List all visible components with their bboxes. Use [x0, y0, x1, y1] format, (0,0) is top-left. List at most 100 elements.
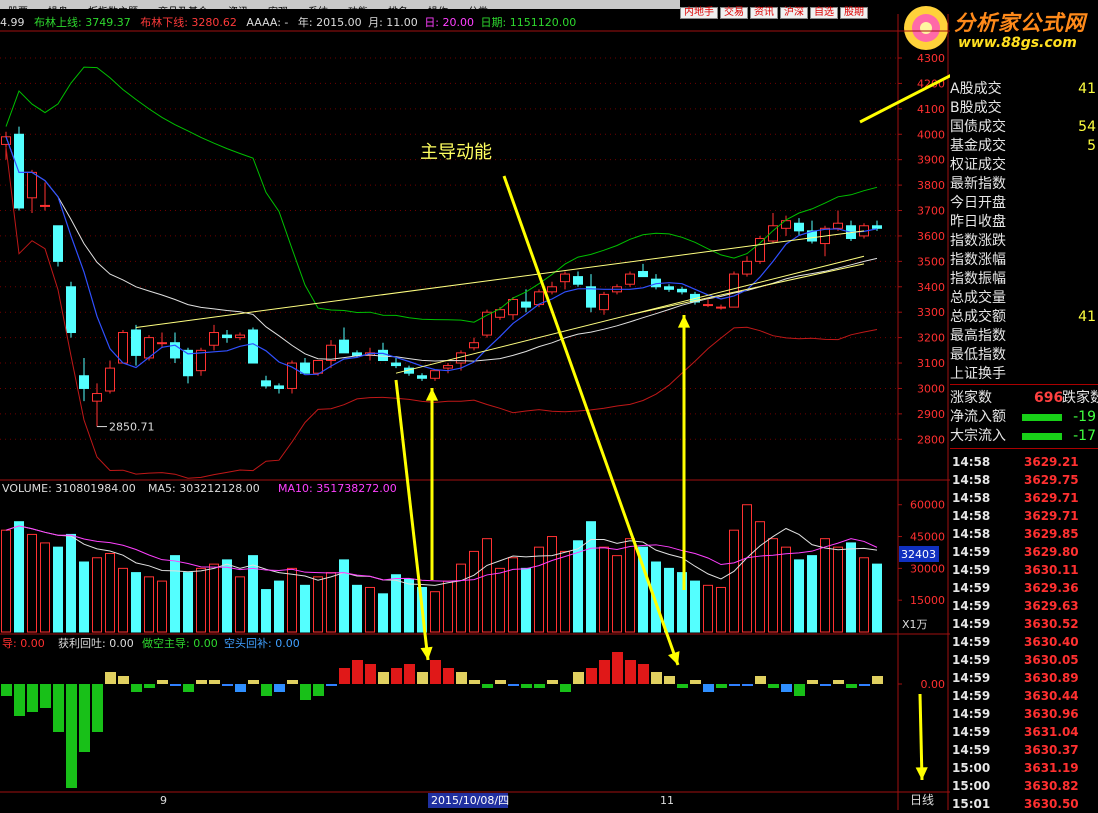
price-tick-label: 3900	[917, 154, 945, 167]
candle-body	[339, 339, 349, 354]
quote-label: 基金成交	[950, 138, 1006, 154]
quote-row: 最低指数	[950, 346, 1098, 365]
tick-price: 3629.63	[1024, 599, 1079, 613]
candle-body	[833, 222, 843, 229]
volume-bar	[118, 567, 128, 633]
volume-tick-label: 45000	[910, 531, 945, 544]
indicator-tick-label: 0.00	[921, 678, 946, 691]
candle-body	[755, 237, 765, 262]
candle-body	[391, 362, 401, 367]
candle-body	[209, 332, 219, 346]
candle-body	[716, 306, 726, 309]
volume-bar	[534, 546, 544, 633]
up-count-label: 涨家数	[950, 390, 992, 406]
candle-body	[547, 286, 557, 293]
indicator-bar	[599, 660, 610, 684]
volume-bar	[768, 538, 778, 633]
tick-time: 14:59	[952, 599, 991, 613]
ind-legend-b: 获利回吐: 0.00	[58, 637, 134, 650]
quote-row: 上证换手	[950, 365, 1098, 384]
volume-bar	[261, 589, 271, 633]
tick-row: 14:58 3629.75	[950, 471, 1098, 489]
candle-body	[326, 344, 336, 361]
volume-bar	[833, 546, 843, 633]
arrow-icon-head	[668, 651, 680, 665]
tick-time: 14:58	[952, 527, 991, 541]
quote-value: 41	[1078, 81, 1096, 97]
quote-row: 权证成交	[950, 156, 1098, 175]
indicator-bar	[859, 684, 870, 686]
tick-price: 3630.82	[1024, 779, 1079, 793]
volume-bar	[547, 536, 557, 633]
indicator-bar	[261, 684, 272, 696]
indicator-bar	[651, 672, 662, 684]
quote-panel: A股成交 41 B股成交 国债成交 54 基金成交 5 权证成交 最新指数 今日开盘 昨日收盘 指数涨…	[950, 80, 1098, 813]
volume-bar	[820, 538, 830, 633]
indicator-bar	[339, 668, 350, 684]
volume-bar	[430, 591, 440, 633]
tick-price: 3629.21	[1024, 455, 1079, 469]
flow-row: 净流入额 -19	[950, 408, 1098, 427]
indicator-bar	[742, 684, 753, 686]
volume-bar	[27, 533, 37, 633]
indicator-bar	[573, 672, 584, 684]
ind-legend-c: 做空主导: 0.00	[142, 636, 218, 650]
tick-time: 14:59	[952, 545, 991, 559]
volume-bar	[456, 563, 466, 633]
volume-bar	[222, 559, 232, 633]
volume-bar	[144, 576, 154, 633]
tick-row: 14:59 3630.44	[950, 687, 1098, 705]
indicator-bar	[274, 684, 285, 692]
candle-body	[677, 288, 687, 293]
arrow-icon	[918, 693, 924, 781]
indicator-bar	[391, 668, 402, 684]
tick-price: 3629.85	[1024, 527, 1079, 541]
volume-bar	[131, 572, 141, 633]
indicator-bar	[820, 684, 831, 686]
tick-price: 3629.71	[1024, 509, 1079, 523]
volume-bar	[703, 584, 713, 633]
price-tick-label: 4300	[917, 52, 945, 65]
tick-time: 14:58	[952, 509, 991, 523]
chart-area[interactable]: 4300420041004000390038003700360035003400…	[0, 0, 950, 810]
indicator-bar	[534, 684, 545, 688]
candle-body	[27, 171, 37, 199]
tick-price: 3630.52	[1024, 617, 1079, 631]
quote-label: 指数涨幅	[950, 252, 1006, 268]
period-label: 日线	[910, 793, 934, 807]
quote-row: 最高指数	[950, 327, 1098, 346]
indicator-bar	[79, 684, 90, 752]
indicator-bar	[118, 676, 129, 684]
quote-row: A股成交 41	[950, 80, 1098, 99]
tick-time: 14:59	[952, 725, 991, 739]
candle-body	[92, 393, 102, 402]
indicator-bar	[586, 668, 597, 684]
indicator-bar	[144, 684, 155, 688]
tick-row: 15:01 3630.50	[950, 795, 1098, 813]
volume-bar	[794, 559, 804, 633]
indicator-bar	[508, 684, 519, 686]
indicator-bar	[66, 684, 77, 788]
tick-row: 14:59 3630.89	[950, 669, 1098, 687]
candle-body	[872, 225, 882, 229]
tick-row: 14:59 3631.04	[950, 723, 1098, 741]
volume-bar	[183, 572, 193, 633]
tick-time: 15:00	[952, 761, 991, 775]
volume-bar	[53, 546, 63, 633]
quote-value: 5	[1087, 138, 1096, 154]
indicator-bar	[443, 668, 454, 684]
indicator-bar	[378, 672, 389, 684]
tick-row: 14:58 3629.71	[950, 489, 1098, 507]
flow-bar	[1022, 433, 1062, 440]
indicator-bar	[781, 684, 792, 692]
volume-bar	[755, 521, 765, 633]
up-count-value: 696	[1034, 390, 1064, 406]
indicator-bar	[352, 660, 363, 684]
tick-time: 15:01	[952, 797, 991, 811]
quote-row: 指数涨幅	[950, 251, 1098, 270]
quote-value: 54	[1078, 119, 1096, 135]
tick-time: 14:59	[952, 617, 991, 631]
candle-body	[599, 293, 609, 311]
price-tick-label: 3400	[917, 281, 945, 294]
volume-bar	[40, 542, 50, 633]
